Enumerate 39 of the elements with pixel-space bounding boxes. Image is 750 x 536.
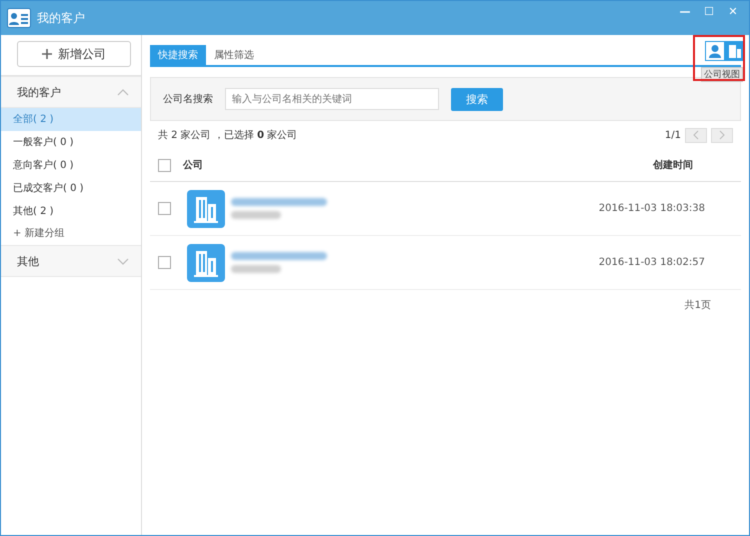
search-label: 公司名搜索 bbox=[163, 92, 213, 106]
person-view-button[interactable] bbox=[705, 41, 725, 61]
section-header[interactable]: 其他 bbox=[1, 245, 141, 277]
checkbox[interactable] bbox=[158, 256, 171, 269]
building-icon bbox=[187, 244, 225, 282]
previous-page-button[interactable] bbox=[685, 128, 707, 142]
chevron-right-icon bbox=[719, 130, 725, 140]
sidebar-item[interactable]: 意向客户( 0 ) bbox=[1, 154, 141, 177]
chevron-left-icon bbox=[693, 130, 699, 140]
blurred-text bbox=[231, 211, 281, 219]
section-title: 我的客户 bbox=[17, 84, 61, 100]
column-header: 公司 bbox=[183, 158, 203, 172]
plus-icon bbox=[42, 49, 52, 59]
selection-summary: 共 2 家公司 ，已选择 0 家公司 bbox=[158, 128, 298, 142]
highlight-annotation bbox=[693, 35, 745, 81]
new-group-link[interactable]: + 新建分组 bbox=[1, 223, 141, 245]
checkbox[interactable] bbox=[158, 202, 171, 215]
add-company-button[interactable]: 新增公司 bbox=[17, 41, 131, 67]
company-view-button[interactable] bbox=[725, 41, 745, 61]
column-header: 创建时间 bbox=[653, 158, 693, 172]
next-page-button[interactable] bbox=[711, 128, 733, 142]
search-field[interactable]: 输入与公司名相关的关键词 bbox=[225, 88, 439, 110]
tab[interactable]: 属性筛选 bbox=[206, 45, 262, 65]
chevron-up-icon bbox=[117, 88, 129, 96]
created-time: 2016-11-03 18:02:57 bbox=[598, 257, 705, 268]
sidebar-item[interactable]: 其他( 2 ) bbox=[1, 200, 141, 223]
chevron-down-icon bbox=[117, 258, 129, 264]
window-title: 我的客户 bbox=[37, 10, 85, 26]
contact-card-icon bbox=[7, 8, 31, 28]
created-time: 2016-11-03 18:03:38 bbox=[598, 203, 705, 214]
building-icon bbox=[187, 190, 225, 228]
checkbox[interactable] bbox=[158, 158, 171, 172]
sidebar-item[interactable]: 已成交客户( 0 ) bbox=[1, 177, 141, 200]
sidebar-item[interactable]: 一般客户( 0 ) bbox=[1, 131, 141, 154]
blurred-text bbox=[231, 265, 281, 273]
page-indicator: 1/1 bbox=[664, 130, 681, 140]
section-title: 其他 bbox=[17, 254, 39, 268]
page-count: 共1页 bbox=[684, 300, 711, 311]
section-header[interactable]: 我的客户 bbox=[1, 76, 141, 108]
